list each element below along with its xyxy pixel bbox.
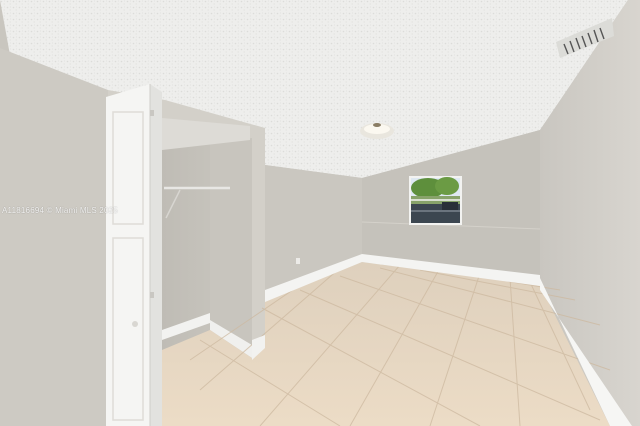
ceiling-light-fixture xyxy=(360,123,394,139)
wall-outlet xyxy=(296,258,300,264)
mls-watermark: A11816694 © Miami MLS 2025 xyxy=(2,206,118,215)
door-hinge-top xyxy=(150,110,154,116)
door-knob[interactable] xyxy=(132,321,138,327)
left-wall xyxy=(0,48,108,426)
room-photo: A11816694 © Miami MLS 2025 xyxy=(0,0,640,426)
window xyxy=(409,176,462,225)
closet-door[interactable] xyxy=(106,84,162,426)
door-hinge-bottom xyxy=(150,292,154,298)
